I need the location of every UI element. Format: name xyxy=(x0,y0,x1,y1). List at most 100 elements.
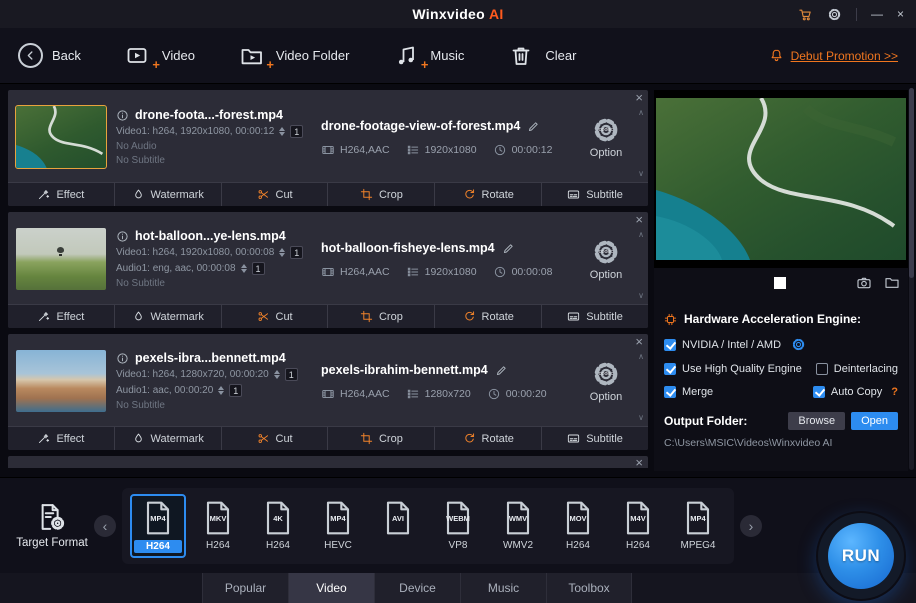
format-card-mp4-hevc[interactable]: MP4 HEVC xyxy=(310,494,366,558)
add-video-folder-button[interactable]: + Video Folder xyxy=(239,44,349,68)
format-card-mp4-h264[interactable]: MP4 H264 xyxy=(130,494,186,558)
checkbox-auto-copy[interactable]: Auto Copy ? xyxy=(813,386,898,398)
scrollbar[interactable] xyxy=(909,88,914,470)
video-preview[interactable] xyxy=(654,90,908,268)
subtitle-track-info: No Subtitle xyxy=(116,155,321,166)
video-thumbnail[interactable] xyxy=(16,106,106,168)
remove-file-icon[interactable]: × xyxy=(635,213,643,227)
run-button[interactable]: RUN xyxy=(818,513,904,599)
effect-icon xyxy=(37,188,50,201)
subtitle-button[interactable]: Subtitle xyxy=(542,427,648,450)
browse-button[interactable]: Browse xyxy=(788,412,845,430)
option-label: Option xyxy=(590,147,622,159)
track-stepper[interactable] xyxy=(274,370,280,379)
tab-toolbox[interactable]: Toolbox xyxy=(546,573,632,603)
row-actions: Effect Watermark Cut Crop Rotate Subtitl… xyxy=(8,304,648,328)
format-card-mp4-mpeg4[interactable]: MP4 MPEG4 xyxy=(670,494,726,558)
watermark-button[interactable]: Watermark xyxy=(115,305,222,328)
settings-gear-icon[interactable] xyxy=(827,7,842,22)
format-codec-label: H264 xyxy=(206,540,230,553)
track-stepper[interactable] xyxy=(279,127,285,136)
info-icon[interactable] xyxy=(116,352,129,365)
add-music-button[interactable]: + Music xyxy=(393,44,464,68)
subtitle-button[interactable]: Subtitle xyxy=(542,183,648,206)
effect-button[interactable]: Effect xyxy=(8,427,115,450)
track-stepper[interactable] xyxy=(279,248,285,257)
cart-icon[interactable] xyxy=(798,7,813,22)
chevron-up-icon[interactable]: ∧ xyxy=(638,352,644,361)
chevron-up-icon[interactable]: ∧ xyxy=(638,108,644,117)
back-button[interactable]: Back xyxy=(18,43,81,68)
help-icon[interactable]: ? xyxy=(891,386,898,398)
chevron-down-icon[interactable]: ∨ xyxy=(638,413,644,422)
rotate-button[interactable]: Rotate xyxy=(435,305,542,328)
checkbox-gpu[interactable]: NVIDIA / Intel / AMD xyxy=(664,339,781,351)
video-thumbnail[interactable] xyxy=(16,350,106,412)
watermark-button[interactable]: Watermark xyxy=(115,183,222,206)
video-track-info: Video1: h264, 1280x720, 00:00:20 xyxy=(116,369,269,380)
option-button[interactable]: codec Option xyxy=(580,115,632,159)
cut-button[interactable]: Cut xyxy=(222,427,329,450)
remove-file-icon[interactable]: × xyxy=(635,91,643,105)
tab-device[interactable]: Device xyxy=(374,573,460,603)
crop-button[interactable]: Crop xyxy=(328,427,435,450)
rename-pencil-icon[interactable] xyxy=(495,364,508,377)
chevron-down-icon[interactable]: ∨ xyxy=(638,169,644,178)
effect-button[interactable]: Effect xyxy=(8,305,115,328)
remove-file-icon[interactable]: × xyxy=(635,335,643,349)
tab-popular[interactable]: Popular xyxy=(202,573,288,603)
bell-icon xyxy=(769,48,784,63)
format-card-mov-h264[interactable]: MOV H264 xyxy=(550,494,606,558)
minimize-button[interactable]: — xyxy=(871,8,883,20)
rename-pencil-icon[interactable] xyxy=(527,120,540,133)
info-icon[interactable] xyxy=(116,230,129,243)
format-card-avi[interactable]: AVI xyxy=(370,494,426,558)
cut-button[interactable]: Cut xyxy=(222,183,329,206)
formats-prev-button[interactable]: ‹ xyxy=(94,515,116,537)
checkbox-high-quality-engine[interactable]: Use High Quality Engine xyxy=(664,363,802,375)
add-video-button[interactable]: + Video xyxy=(125,44,195,68)
video-list-item: pexels-ibra...bennett.mp4 Video1: h264, … xyxy=(8,334,648,450)
format-card-wmv-wmv2[interactable]: WMV WMV2 xyxy=(490,494,546,558)
open-button[interactable]: Open xyxy=(851,412,898,430)
crop-button[interactable]: Crop xyxy=(328,183,435,206)
tab-video[interactable]: Video xyxy=(288,573,374,603)
video-thumbnail[interactable] xyxy=(16,228,106,290)
format-card-m4v-h264[interactable]: M4V H264 xyxy=(610,494,666,558)
effect-button[interactable]: Effect xyxy=(8,183,115,206)
watermark-button[interactable]: Watermark xyxy=(115,427,222,450)
info-icon[interactable] xyxy=(116,109,129,122)
file-icon: 4K xyxy=(262,499,294,537)
promotion-link[interactable]: Debut Promotion >> xyxy=(791,49,898,63)
scrollbar-thumb[interactable] xyxy=(909,88,914,278)
resolution-value: 1280x720 xyxy=(425,388,471,400)
rotate-button[interactable]: Rotate xyxy=(435,427,542,450)
close-window-button[interactable]: × xyxy=(897,8,904,20)
checkbox-merge[interactable]: Merge xyxy=(664,386,713,398)
remove-file-icon[interactable]: × xyxy=(635,456,643,470)
gpu-settings-gear-icon[interactable] xyxy=(791,337,806,352)
format-card-mkv-h264[interactable]: MKV H264 xyxy=(190,494,246,558)
clear-button[interactable]: Clear xyxy=(508,44,576,68)
subtitle-button[interactable]: Subtitle xyxy=(542,305,648,328)
chevron-down-icon[interactable]: ∨ xyxy=(638,291,644,300)
formats-next-button[interactable]: › xyxy=(740,515,762,537)
option-button[interactable]: codec Option xyxy=(580,359,632,403)
balloon-art xyxy=(57,247,64,256)
crop-button[interactable]: Crop xyxy=(328,305,435,328)
track-stepper[interactable] xyxy=(218,386,224,395)
chevron-up-icon[interactable]: ∧ xyxy=(638,230,644,239)
option-button[interactable]: codec Option xyxy=(580,237,632,281)
cut-button[interactable]: Cut xyxy=(222,305,329,328)
cut-icon xyxy=(257,310,270,323)
track-stepper[interactable] xyxy=(241,264,247,273)
snapshot-camera-icon[interactable] xyxy=(856,275,872,291)
stop-button[interactable] xyxy=(774,277,786,289)
checkbox-deinterlacing[interactable]: Deinterlacing xyxy=(816,363,898,375)
tab-music[interactable]: Music xyxy=(460,573,546,603)
format-card-4k-h264[interactable]: 4K H264 xyxy=(250,494,306,558)
open-folder-icon[interactable] xyxy=(884,275,900,291)
rename-pencil-icon[interactable] xyxy=(502,242,515,255)
format-card-webm-vp8[interactable]: WEBM VP8 xyxy=(430,494,486,558)
rotate-button[interactable]: Rotate xyxy=(435,183,542,206)
